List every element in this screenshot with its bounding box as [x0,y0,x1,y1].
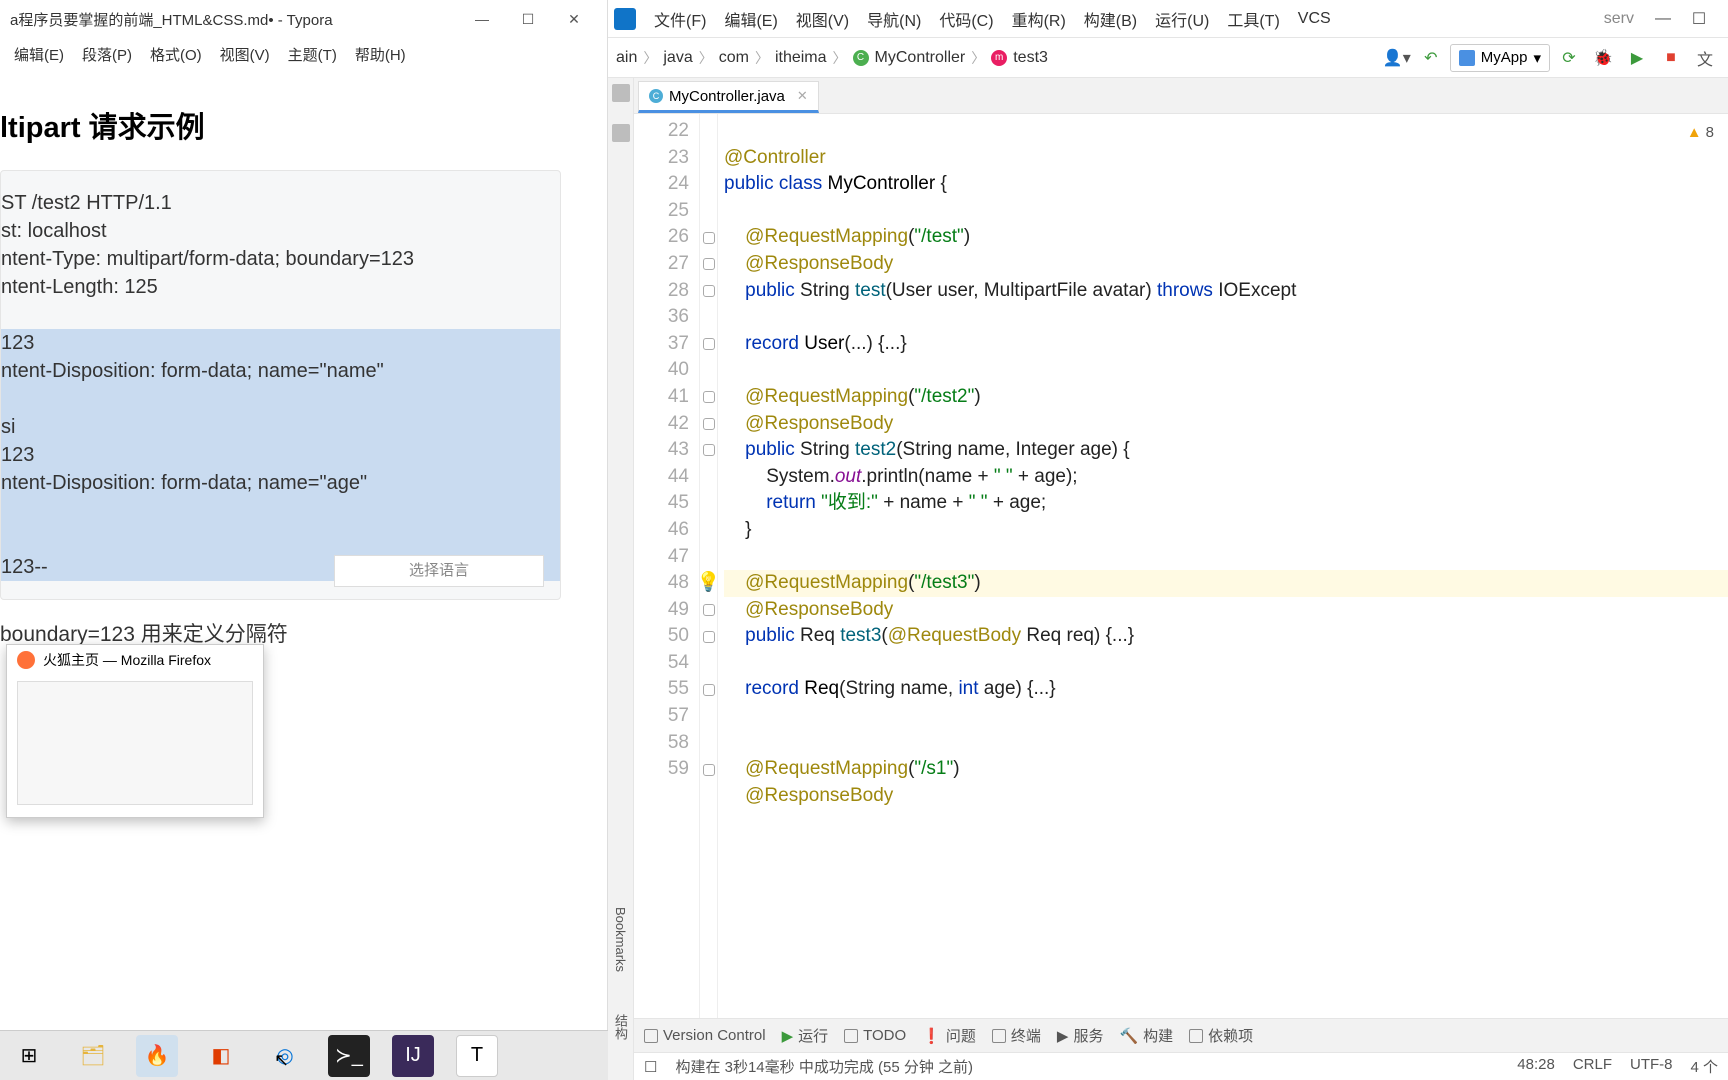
firefox-preview-popup[interactable]: 火狐主页 — Mozilla Firefox [6,644,264,818]
typora-menubar: 编辑(E) 段落(P) 格式(O) 视图(V) 主题(T) 帮助(H) [0,38,607,70]
firefox-icon [17,651,35,669]
close-tab-icon[interactable]: ✕ [797,88,808,104]
code-area[interactable]: @Controllerpublic class MyController { @… [718,114,1728,1018]
breadcrumb[interactable]: ain〉 java〉 com〉 itheima〉 C MyController〉… [616,48,1048,68]
problems-tool[interactable]: ❗问题 [922,1025,976,1046]
chevron-down-icon: ▾ [1533,49,1541,67]
intellij-window: 文件(F) 编辑(E) 视图(V) 导航(N) 代码(C) 重构(R) 构建(B… [608,0,1728,1080]
intellij-icon[interactable]: IJ [392,1035,434,1077]
typora-taskbar-icon[interactable]: T [456,1035,498,1077]
maximize-button[interactable]: ☐ [505,0,551,38]
debug-button[interactable]: 🐞 [1588,43,1618,73]
encoding[interactable]: UTF-8 [1630,1056,1673,1077]
structure-tool[interactable]: 结构 [611,1014,630,1040]
typora-titlebar: a程序员要掌握的前端_HTML&CSS.md• - Typora — ☐ ✕ [0,0,607,38]
firefox-taskbar-icon[interactable]: 🔥↖ [136,1035,178,1077]
taskview-icon[interactable]: ⊞ [8,1035,50,1077]
class-icon: C [649,89,663,103]
line-gutter: 2223242526272836374041424344454647484950… [634,114,700,1018]
services-tool[interactable]: ▶服务 [1057,1025,1104,1046]
warning-icon: ▲ [1687,120,1702,147]
minimize-button[interactable]: — [459,0,505,38]
intellij-toolbar: ain〉 java〉 com〉 itheima〉 C MyController〉… [608,38,1728,78]
menu-theme[interactable]: 主题(T) [280,42,345,67]
build-tool[interactable]: 🔨构建 [1119,1025,1173,1046]
edge-icon[interactable]: ◎ [264,1035,306,1077]
left-tool-stripe: Bookmarks 结构 [608,78,634,1080]
menu-refactor[interactable]: 重构(R) [1004,5,1074,33]
terminal-icon[interactable]: ≻_ [328,1035,370,1077]
stop-button[interactable]: ■ [1656,43,1686,73]
gutter-marks: 💡 [700,114,718,1018]
tab-size[interactable]: 4 个 [1690,1056,1718,1077]
editor-tabs: C MyController.java ✕ [634,78,1728,114]
intellij-statusbar: ☐ 构建在 3秒14毫秒 中成功完成 (55 分钟 之前) 48:28 CRLF… [634,1052,1728,1080]
back-button[interactable]: ↶ [1416,43,1446,73]
terminal-tool[interactable]: 终端 [992,1025,1041,1046]
minimize-button[interactable]: — [1648,4,1678,34]
windows-taskbar: ⊞ 🗂 🔥↖ ◧ ◎ ≻_ IJ T [0,1030,608,1080]
project-tool-icon[interactable] [612,84,630,102]
user-icon[interactable]: 👤▾ [1382,43,1412,73]
menu-paragraph[interactable]: 段落(P) [74,42,140,67]
menu-code[interactable]: 代码(C) [931,5,1001,33]
status-message: 构建在 3秒14毫秒 中成功完成 (55 分钟 之前) [675,1056,973,1077]
menu-format[interactable]: 格式(O) [142,42,210,67]
method-icon: m [991,50,1007,66]
warnings-badge[interactable]: ▲ 8 [1687,120,1714,147]
menu-edit[interactable]: 编辑(E) [6,42,72,67]
code-editor[interactable]: 2223242526272836374041424344454647484950… [634,114,1728,1018]
menu-file[interactable]: 文件(F) [646,5,714,33]
close-button[interactable]: ✕ [551,0,597,38]
class-icon: C [853,50,869,66]
bottom-tool-bar: Version Control ▶运行 TODO ❗问题 终端 ▶服务 🔨构建 … [634,1018,1728,1052]
firefox-popup-title: 火狐主页 — Mozilla Firefox [43,650,211,670]
todo-tool[interactable]: TODO [844,1027,906,1044]
run-tool[interactable]: ▶运行 [782,1025,829,1046]
caret-pos[interactable]: 48:28 [1517,1056,1555,1077]
intellij-menubar: 文件(F) 编辑(E) 视图(V) 导航(N) 代码(C) 重构(R) 构建(B… [608,0,1728,38]
menu-view[interactable]: 视图(V) [788,5,857,33]
heading: ltipart 请求示例 [0,104,607,146]
typora-window: a程序员要掌握的前端_HTML&CSS.md• - Typora — ☐ ✕ 编… [0,0,608,1080]
explorer-icon[interactable]: 🗂 [72,1035,114,1077]
run-button[interactable]: ⟳ [1554,43,1584,73]
typora-title: a程序员要掌握的前端_HTML&CSS.md• - Typora [10,9,333,30]
menu-vcs[interactable]: VCS [1290,8,1339,30]
menu-run[interactable]: 运行(U) [1147,5,1217,33]
language-select[interactable]: 选择语言 [334,555,544,587]
bookmarks-tool[interactable]: Bookmarks [613,907,628,972]
tab-mycontroller[interactable]: C MyController.java ✕ [638,81,819,113]
firefox-thumbnail[interactable] [17,681,253,805]
menu-tools[interactable]: 工具(T) [1219,5,1287,33]
menu-help[interactable]: 帮助(H) [347,42,414,67]
typora-document[interactable]: ltipart 请求示例 ST /test2 HTTP/1.1st: local… [0,70,607,1080]
maximize-button[interactable]: ☐ [1684,4,1714,34]
coverage-button[interactable]: ▶ [1622,43,1652,73]
menu-serv[interactable]: serv [1596,8,1642,30]
deps-tool[interactable]: 依赖项 [1189,1025,1253,1046]
office-icon[interactable]: ◧ [200,1035,242,1077]
menu-edit[interactable]: 编辑(E) [716,5,785,33]
intellij-app-icon [614,8,636,30]
more-button[interactable]: 文 [1690,43,1720,73]
line-sep[interactable]: CRLF [1573,1056,1612,1077]
structure-tool-icon[interactable] [612,124,630,142]
run-config-icon [1459,50,1475,66]
menu-nav[interactable]: 导航(N) [859,5,929,33]
menu-view[interactable]: 视图(V) [212,42,278,67]
menu-build[interactable]: 构建(B) [1076,5,1145,33]
code-block[interactable]: ST /test2 HTTP/1.1st: localhostntent-Typ… [0,170,561,600]
run-config-selector[interactable]: MyApp ▾ [1450,44,1550,72]
vcs-tool[interactable]: Version Control [644,1027,766,1044]
